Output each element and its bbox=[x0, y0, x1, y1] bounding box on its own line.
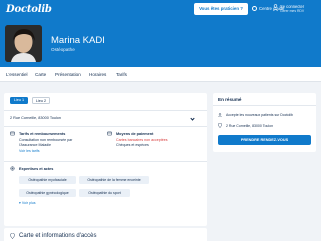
book-appointment-button[interactable]: PRENDRE RENDEZ-VOUS bbox=[218, 135, 311, 145]
expertise-title: Expertises et actes bbox=[19, 167, 54, 171]
map-access-card: Carte et informations d'accès bbox=[4, 228, 207, 241]
see-fees-link[interactable]: Voir les tarifs bbox=[19, 149, 40, 153]
practitioner-button[interactable]: Vous êtes praticien ? bbox=[194, 3, 248, 15]
user-icon bbox=[273, 4, 278, 12]
map-pin-icon bbox=[10, 233, 15, 239]
doctolib-logo[interactable]: Doctolib bbox=[6, 4, 52, 15]
address-selector[interactable]: 2 Rue Corneille, 83000 Toulon bbox=[10, 116, 61, 120]
see-more-label: Voir plus bbox=[21, 201, 36, 205]
chevron-down-icon[interactable] bbox=[190, 116, 195, 121]
expertise-chip[interactable]: Ostéopathie du sport bbox=[79, 189, 130, 197]
practitioner-name: Marina KADI bbox=[51, 35, 105, 46]
practice-info-card: Lieu 1 Lieu 2 2 Rue Corneille, 83000 Tou… bbox=[4, 93, 207, 226]
expertise-chip[interactable]: Ostéopathie gynécologique bbox=[19, 189, 76, 197]
expertise-chip[interactable]: Ostéopathie myofasciale bbox=[19, 176, 76, 184]
summary-address: 2 Rue Corneille, 83000 Toulon bbox=[226, 124, 274, 128]
payment-title: Moyens de paiement bbox=[116, 132, 154, 136]
location-tab-2[interactable]: Lieu 2 bbox=[32, 97, 50, 104]
new-patients-text: Accepte les nouveaux patients sur Doctol… bbox=[226, 113, 293, 117]
credit-card-icon bbox=[107, 131, 112, 136]
expertise-chip[interactable]: Ostéopathie de la femme enceinte bbox=[79, 176, 149, 184]
divider bbox=[4, 110, 207, 111]
tab-tarifs[interactable]: Tarifs bbox=[116, 72, 127, 77]
expertise-icon bbox=[10, 166, 15, 171]
profile-photo bbox=[5, 25, 42, 62]
tab-carte[interactable]: Carte bbox=[35, 72, 46, 77]
summary-title: En résumé bbox=[218, 97, 242, 102]
tab-essentiel[interactable]: L'essentiel bbox=[6, 72, 28, 77]
map-section-title: Carte et informations d'accès bbox=[19, 233, 97, 239]
top-navigation-bar: Doctolib Vous êtes praticien ? Centre d'… bbox=[0, 0, 321, 19]
practitioner-specialty: Ostéopathe bbox=[51, 47, 75, 52]
login-link[interactable]: Se connecter Gérer mes RDV bbox=[280, 4, 304, 14]
map-pin-icon bbox=[218, 123, 222, 128]
see-more-link[interactable]: ▾ Voir plus bbox=[19, 201, 36, 205]
login-sub-label: Gérer mes RDV bbox=[280, 9, 305, 13]
tab-horaires[interactable]: Horaires bbox=[89, 72, 106, 77]
fees-text-line1: Consultation non remboursée par bbox=[19, 138, 73, 142]
divider bbox=[4, 126, 207, 127]
payment-warning: Cartes bancaires non acceptées bbox=[116, 138, 168, 142]
user-check-icon bbox=[218, 113, 222, 117]
summary-card: En résumé Accepte les nouveaux patients … bbox=[213, 93, 316, 152]
divider bbox=[213, 105, 316, 106]
fees-text-line2: l'Assurance Maladie bbox=[19, 143, 52, 147]
divider bbox=[4, 161, 207, 162]
location-tab-1[interactable]: Lieu 1 bbox=[10, 97, 28, 104]
profile-tabs: L'essentiel Carte Présentation Horaires … bbox=[0, 67, 321, 82]
tab-presentation[interactable]: Présentation bbox=[55, 72, 81, 77]
fees-title: Tarifs et remboursements bbox=[19, 132, 66, 136]
profile-header bbox=[0, 19, 321, 67]
help-icon bbox=[252, 6, 257, 11]
payment-methods: Chèques et espèces bbox=[116, 143, 149, 147]
euro-icon bbox=[10, 131, 15, 136]
